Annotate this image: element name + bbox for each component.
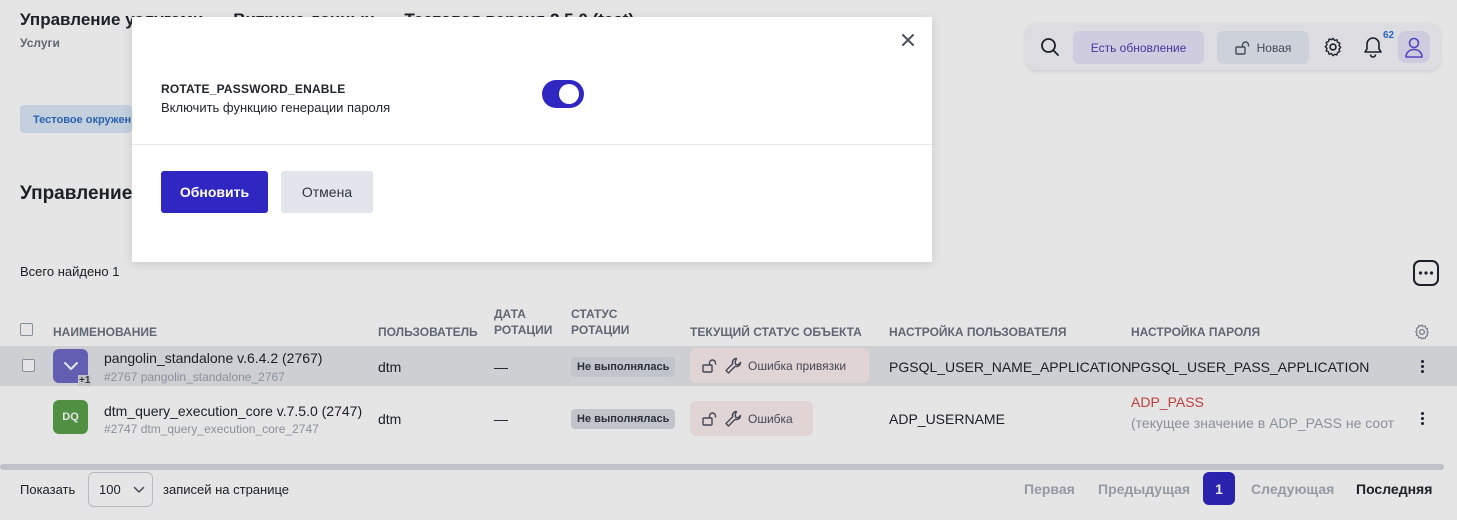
setting-key: ROTATE_PASSWORD_ENABLE bbox=[161, 82, 346, 96]
rotate-password-toggle[interactable] bbox=[542, 80, 584, 108]
modal-divider bbox=[132, 144, 932, 145]
cancel-button[interactable]: Отмена bbox=[281, 171, 373, 213]
edit-setting-modal: ROTATE_PASSWORD_ENABLE Включить функцию … bbox=[132, 17, 932, 262]
close-modal-button[interactable] bbox=[900, 32, 916, 48]
update-button[interactable]: Обновить bbox=[161, 171, 268, 213]
toggle-knob bbox=[559, 84, 579, 104]
close-icon bbox=[902, 34, 914, 46]
setting-description: Включить функцию генерации пароля bbox=[161, 100, 391, 115]
